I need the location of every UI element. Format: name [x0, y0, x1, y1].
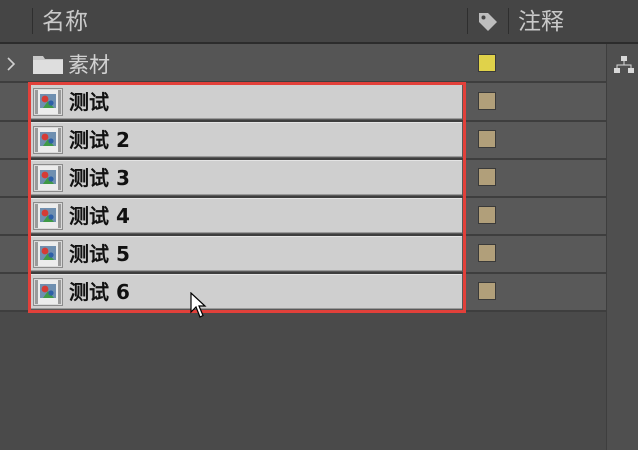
- footage-item[interactable]: 测试: [31, 84, 462, 119]
- column-divider: [32, 8, 33, 34]
- flowchart-icon[interactable]: [613, 54, 635, 76]
- footage-label: 测试 4: [69, 204, 130, 228]
- footage-row[interactable]: 测试: [0, 83, 606, 121]
- comment-column-header[interactable]: 注释: [518, 8, 564, 36]
- image-footage-icon: [33, 126, 63, 154]
- column-divider: [508, 8, 509, 34]
- footage-color-label[interactable]: [478, 92, 496, 110]
- footage-row[interactable]: 测试 3: [0, 159, 606, 197]
- chevron-right-icon[interactable]: [4, 54, 18, 74]
- image-footage-icon: [33, 202, 63, 230]
- footage-row[interactable]: 测试 6: [0, 273, 606, 311]
- folder-row[interactable]: 素材: [0, 44, 606, 83]
- footage-item[interactable]: 测试 6: [31, 274, 462, 309]
- folder-icon: [33, 56, 63, 74]
- image-footage-icon: [33, 240, 63, 268]
- column-divider: [467, 8, 468, 34]
- footage-row[interactable]: 测试 5: [0, 235, 606, 273]
- name-column-header[interactable]: 名称: [42, 8, 88, 36]
- footage-color-label[interactable]: [478, 206, 496, 224]
- footage-item[interactable]: 测试 2: [31, 122, 462, 157]
- footage-label: 测试 5: [69, 242, 130, 266]
- footage-item[interactable]: 测试 3: [31, 160, 462, 195]
- footage-color-label[interactable]: [478, 244, 496, 262]
- mouse-cursor-icon: [190, 292, 207, 318]
- right-toolbar: [606, 44, 638, 450]
- folder-label[interactable]: 素材: [68, 52, 110, 78]
- footage-item[interactable]: 测试 4: [31, 198, 462, 233]
- tag-icon[interactable]: [476, 10, 500, 34]
- footage-label: 测试 3: [69, 166, 130, 190]
- footage-label: 测试: [69, 90, 109, 114]
- footage-row[interactable]: 测试 2: [0, 121, 606, 159]
- footage-label: 测试 6: [69, 280, 130, 304]
- row-divider: [0, 310, 606, 312]
- folder-color-label[interactable]: [478, 54, 496, 72]
- footage-label: 测试 2: [69, 128, 130, 152]
- footage-color-label[interactable]: [478, 130, 496, 148]
- image-footage-icon: [33, 88, 63, 116]
- column-header: 名称 注释: [0, 0, 638, 44]
- footage-item[interactable]: 测试 5: [31, 236, 462, 271]
- footage-color-label[interactable]: [478, 282, 496, 300]
- image-footage-icon: [33, 164, 63, 192]
- footage-row[interactable]: 测试 4: [0, 197, 606, 235]
- footage-color-label[interactable]: [478, 168, 496, 186]
- image-footage-icon: [33, 278, 63, 306]
